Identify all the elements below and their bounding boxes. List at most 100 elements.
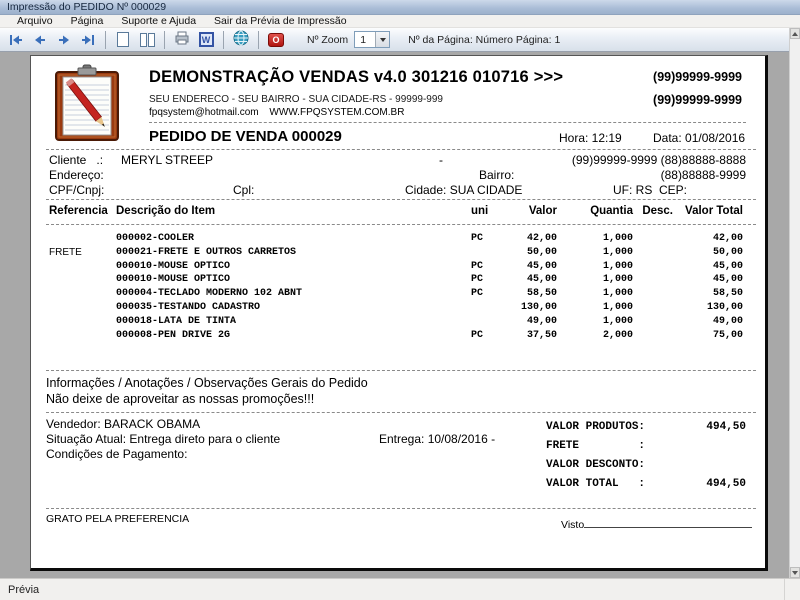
last-page-icon	[81, 34, 95, 46]
zoom-dropdown-button[interactable]	[375, 32, 390, 47]
zoom-select[interactable]: 1	[354, 31, 391, 48]
divider	[46, 370, 756, 371]
total-row-produtos: VALOR PRODUTOS: 494,50	[546, 418, 746, 437]
totals-block: VALOR PRODUTOS: 494,50 FRETE : VALOR DES…	[546, 418, 746, 494]
menu-suporte-ajuda[interactable]: Suporte e Ajuda	[112, 15, 205, 27]
total-value: 494,50	[706, 421, 746, 433]
item-valor: 37,50	[526, 329, 557, 341]
toolbar: W O Nº Zoom 1 Nº da Página: Número Págin…	[0, 28, 789, 52]
last-page-button[interactable]	[77, 30, 99, 50]
order-date: Data: 01/08/2016	[653, 131, 746, 145]
two-page-view-button[interactable]	[136, 30, 158, 50]
table-row: 000010-MOUSE OPTICO PC 45,00 1,000 45,00	[49, 273, 743, 287]
item-desc: 000021-FRETE E OUTROS CARRETOS	[116, 246, 297, 258]
items-table: 000002-COOLER PC 42,00 1,000 42,00 FRETE…	[49, 232, 743, 342]
item-ref	[49, 260, 116, 274]
scroll-down-button[interactable]	[790, 567, 800, 578]
company-website: WWW.FPQSYSTEM.COM.BR	[269, 107, 405, 118]
notes-title: Informações / Anotações / Observações Ge…	[46, 376, 368, 390]
total-label: VALOR PRODUTOS:	[546, 421, 646, 433]
previous-page-icon	[33, 34, 47, 46]
item-total: 42,00	[712, 233, 743, 244]
header-valor-total: Valor Total	[685, 205, 743, 217]
page-number-info: Nº da Página: Número Página: 1	[408, 33, 561, 46]
vertical-scrollbar[interactable]	[789, 28, 800, 578]
item-qty: 1,000	[602, 274, 633, 286]
item-qty: 2,000	[602, 329, 633, 341]
website-button[interactable]	[230, 30, 252, 50]
document-page: DEMONSTRAÇÃO VENDAS v4.0 301216 010716 >…	[30, 55, 768, 571]
item-uni	[471, 246, 511, 260]
company-contacts: fpqsystem@hotmail.com WWW.FPQSYSTEM.COM.…	[149, 107, 412, 118]
item-qty: 1,000	[602, 288, 633, 300]
total-label: VALOR TOTAL :	[546, 478, 646, 490]
item-total: 130,00	[706, 301, 743, 313]
first-page-button[interactable]	[5, 30, 27, 50]
single-page-view-button[interactable]	[112, 30, 134, 50]
seller-info: Vendedor: BARACK OBAMA	[46, 417, 201, 431]
company-phone-2: (99)99999-9999	[653, 93, 742, 107]
customer-phones: (99)99999-9999 (88)88888-8888	[571, 153, 746, 167]
total-row-total: VALOR TOTAL : 494,50	[546, 475, 746, 494]
item-total: 45,00	[712, 260, 743, 272]
company-email: fpqsystem@hotmail.com	[149, 107, 259, 118]
export-word-button[interactable]: W	[195, 30, 217, 50]
item-total: 45,00	[712, 274, 743, 286]
resize-grip[interactable]	[784, 579, 800, 600]
divider	[46, 224, 756, 225]
previous-page-button[interactable]	[29, 30, 51, 50]
item-desc: 000018-LATA DE TINTA	[116, 315, 237, 327]
printer-icon	[174, 31, 190, 48]
item-uni: PC	[471, 260, 484, 272]
district-label: Bairro:	[479, 168, 515, 182]
item-desc: 000010-MOUSE OPTICO	[116, 260, 231, 272]
total-label: FRETE :	[546, 440, 646, 452]
header-desc: Desc.	[642, 205, 673, 217]
customer-phone-3: (88)88888-9999	[660, 168, 746, 182]
next-page-button[interactable]	[53, 30, 75, 50]
header-valor: Valor	[528, 205, 557, 217]
scroll-up-button[interactable]	[790, 28, 800, 39]
divider	[149, 122, 746, 123]
menu-arquivo[interactable]: Arquivo	[8, 15, 62, 27]
divider	[46, 508, 756, 509]
divider	[46, 199, 756, 200]
customer-name: MERYL STREEP	[121, 153, 214, 167]
item-valor: 50,00	[526, 246, 557, 258]
menu-sair-previa[interactable]: Sair da Prévia de Impressão	[205, 15, 355, 27]
item-uni: PC	[471, 274, 484, 286]
next-page-icon	[57, 34, 71, 46]
status-bar: Prévia	[0, 578, 800, 600]
scroll-down-icon	[792, 570, 798, 575]
header-quantia: Quantia	[590, 205, 633, 217]
header-uni: uni	[471, 205, 489, 217]
table-row: 000010-MOUSE OPTICO PC 45,00 1,000 45,00	[49, 260, 743, 274]
globe-icon	[233, 30, 249, 49]
thanks-message: GRATO PELA PREFERENCIA	[46, 513, 190, 525]
close-preview-button[interactable]: O	[265, 30, 287, 50]
total-row-desconto: VALOR DESCONTO:	[546, 456, 746, 475]
customer-row-1: Cliente .: MERYL STREEP - (99)99999-9999…	[31, 153, 769, 168]
table-row: 000004-TECLADO MODERNO 102 ABNT PC 58,50…	[49, 287, 743, 301]
menu-bar: Arquivo Página Suporte e Ajuda Sair da P…	[0, 15, 800, 28]
table-row: 000035-TESTANDO CADASTRO 130,00 1,000 13…	[49, 301, 743, 315]
payment-terms-label: Condições de Pagamento:	[46, 447, 188, 461]
item-qty: 1,000	[602, 315, 633, 327]
item-disc	[633, 301, 673, 315]
item-disc	[633, 246, 673, 260]
cpf-label: CPF/Cnpj:	[49, 183, 105, 197]
table-row: 000002-COOLER PC 42,00 1,000 42,00	[49, 232, 743, 246]
window-titlebar: Impressão do PEDIDO Nº 000029	[0, 0, 800, 15]
total-label: VALOR DESCONTO:	[546, 459, 646, 471]
item-qty: 1,000	[602, 301, 633, 313]
item-desc: 000004-TECLADO MODERNO 102 ABNT	[116, 288, 303, 300]
menu-pagina[interactable]: Página	[62, 15, 113, 27]
scroll-up-icon	[792, 31, 798, 36]
customer-row-2: Endereço: Bairro: (88)88888-9999	[31, 168, 769, 183]
item-ref	[49, 232, 116, 246]
toolbar-separator	[258, 30, 259, 49]
customer-row-3: CPF/Cnpj: Cpl: Cidade: SUA CIDADE UF: RS…	[31, 183, 769, 198]
toolbar-separator	[105, 30, 106, 49]
delivery-date: Entrega: 10/08/2016 -	[379, 432, 496, 446]
print-button[interactable]	[171, 30, 193, 50]
